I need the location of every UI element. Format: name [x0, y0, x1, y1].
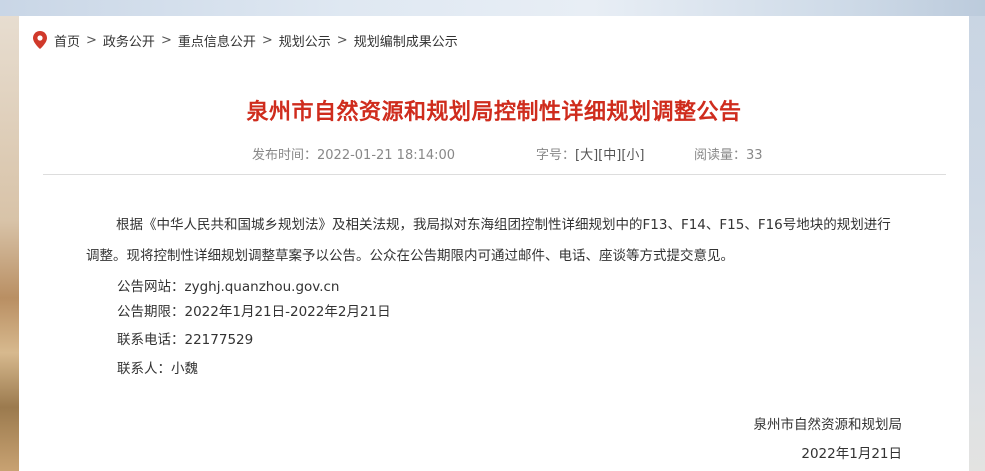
- breadcrumb-home[interactable]: 首页: [54, 31, 80, 50]
- breadcrumb-separator: >: [336, 32, 348, 48]
- breadcrumb: 首页 > 政务公开 > 重点信息公开 > 规划公示 > 规划编制成果公示: [33, 30, 458, 50]
- breadcrumb-separator: >: [86, 32, 97, 48]
- font-size-small-button[interactable]: [小]: [621, 148, 644, 163]
- background-top: [0, 0, 985, 16]
- breadcrumb-government-affairs[interactable]: 政务公开: [103, 31, 155, 50]
- notice-website: 公告网站：zyghj.quanzhou.gov.cn: [117, 279, 340, 295]
- font-size-large-button[interactable]: [大]: [575, 148, 598, 163]
- signature-organization: 泉州市自然资源和规划局: [753, 417, 903, 433]
- contact-person: 联系人：小魏: [117, 361, 198, 377]
- body-paragraph: 根据《中华人民共和国城乡规划法》及相关法规，我局拟对东海组团控制性详细规划中的F…: [86, 217, 891, 264]
- background-right: [969, 16, 985, 471]
- font-size-medium-button[interactable]: [中]: [598, 148, 621, 163]
- article-title: 泉州市自然资源和规划局控制性详细规划调整公告: [246, 100, 742, 125]
- article-card: 首页 > 政务公开 > 重点信息公开 > 规划公示 > 规划编制成果公示 泉州市…: [19, 16, 969, 471]
- breadcrumb-key-info[interactable]: 重点信息公开: [178, 31, 256, 50]
- article-meta: 发布时间：2022-01-21 18:14:00 字号：[大][中][小] 阅读…: [19, 144, 969, 164]
- view-count: 阅读量：33: [694, 148, 763, 163]
- breadcrumb-separator: >: [261, 32, 273, 48]
- breadcrumb-planning-results[interactable]: 规划编制成果公示: [354, 31, 458, 50]
- background-left: [0, 16, 19, 471]
- notice-period: 公告期限：2022年1月21日-2022年2月21日: [117, 304, 391, 320]
- font-size-label: 字号：: [536, 148, 576, 163]
- map-pin-icon: [33, 31, 47, 49]
- font-size-control: 字号：[大][中][小]: [536, 144, 644, 163]
- contact-phone: 联系电话：22177529: [117, 332, 254, 348]
- breadcrumb-separator: >: [160, 32, 172, 48]
- breadcrumb-planning-notice[interactable]: 规划公示: [279, 31, 331, 50]
- divider: [43, 174, 946, 175]
- signature-date: 2022年1月21日: [801, 446, 902, 462]
- publish-time: 发布时间：2022-01-21 18:14:00: [252, 148, 456, 163]
